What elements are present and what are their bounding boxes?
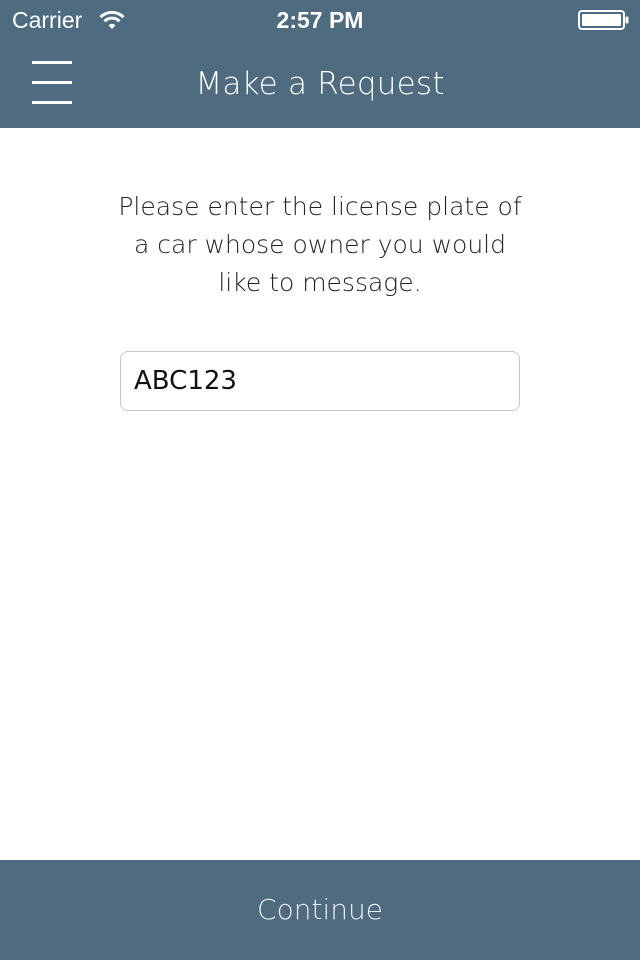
main-content: Please enter the license plate of a car … [0, 128, 640, 860]
battery-icon [578, 10, 629, 30]
continue-button[interactable]: Continue [0, 860, 640, 960]
instruction-text: Please enter the license plate of a car … [118, 192, 522, 297]
navigation-bar: Make a Request [0, 40, 640, 128]
license-plate-input[interactable] [120, 351, 520, 411]
status-time: 2:57 PM [276, 7, 364, 33]
page-title: Make a Request [195, 66, 445, 102]
status-bar: Carrier 2:57 PM [0, 0, 640, 40]
